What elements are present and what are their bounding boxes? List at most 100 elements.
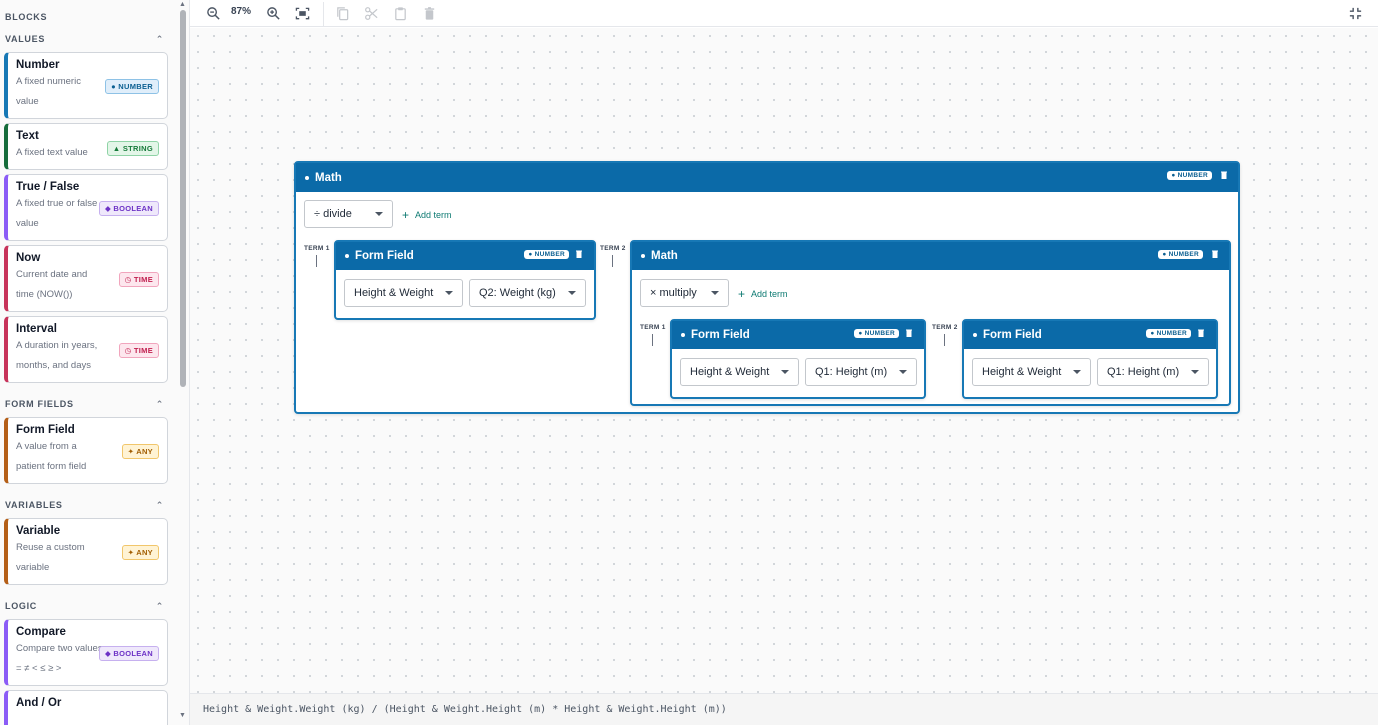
zoom-out-button[interactable] bbox=[205, 4, 221, 22]
type-badge: ◆ BOOLEAN bbox=[98, 646, 159, 661]
scissors-icon bbox=[364, 6, 378, 20]
block-compare[interactable]: Compare Compare two values = ≠ < ≤ ≥ > ◆… bbox=[4, 619, 168, 686]
chevron-up-icon: ⌃ bbox=[155, 33, 164, 44]
math-block-nested[interactable]: Math ● NUMBER × multiply + Add term TERM… bbox=[630, 240, 1231, 406]
type-dot-icon bbox=[641, 254, 645, 258]
selected-field: Q1: Height (m) bbox=[815, 366, 888, 378]
formula-preview: Height & Weight.Weight (kg) / (Height & … bbox=[190, 693, 1378, 725]
block-title: Compare bbox=[16, 626, 66, 638]
term-2-label: TERM 2 bbox=[600, 245, 626, 252]
form-field-block-height-1[interactable]: Form Field ● NUMBER Height & Weight Q1: … bbox=[670, 319, 926, 399]
trash-icon[interactable] bbox=[906, 329, 912, 337]
form-field-block-height-2[interactable]: Form Field ● NUMBER Height & Weight Q1: … bbox=[962, 319, 1218, 399]
clipboard-icon bbox=[394, 6, 406, 20]
form-select[interactable]: Height & Weight bbox=[344, 279, 463, 307]
type-dot-icon bbox=[973, 333, 977, 337]
block-title: Math bbox=[315, 171, 342, 184]
type-badge: ✦ ANY bbox=[121, 545, 159, 560]
copy-button[interactable] bbox=[334, 4, 350, 22]
plus-icon: + bbox=[738, 287, 746, 301]
add-term-button[interactable]: + Add term bbox=[738, 287, 788, 301]
term-connector bbox=[944, 334, 945, 346]
chevron-down-icon bbox=[568, 291, 576, 295]
form-field-block-weight[interactable]: Form Field ● NUMBER Height & Weight Q2: … bbox=[334, 240, 596, 320]
block-palette-list: BLOCKS VALUES ⌃ Number A fixed numeric v… bbox=[0, 0, 176, 725]
sidebar-scroll-thumb[interactable] bbox=[180, 10, 186, 387]
chevron-down-icon bbox=[781, 370, 789, 374]
block-title: Now bbox=[16, 252, 41, 264]
cut-button[interactable] bbox=[363, 4, 379, 22]
block-description: A fixed true or false value bbox=[16, 198, 98, 229]
form-select[interactable]: Height & Weight bbox=[680, 358, 799, 386]
block-canvas[interactable]: Math ● NUMBER ÷ divide + Add term TERM 1… bbox=[190, 28, 1378, 693]
form-select[interactable]: Height & Weight bbox=[972, 358, 1091, 386]
exit-fullscreen-button[interactable] bbox=[1347, 4, 1363, 22]
trash-icon[interactable] bbox=[1198, 329, 1204, 337]
type-badge: ◷ TIME bbox=[118, 343, 159, 358]
type-badge: ● NUMBER bbox=[854, 329, 899, 338]
section-header-values[interactable]: VALUES ⌃ bbox=[0, 30, 176, 48]
section-header-variables[interactable]: VARIABLES ⌃ bbox=[0, 496, 176, 514]
type-badge: ◷ TIME bbox=[118, 272, 159, 287]
field-select[interactable]: Q1: Height (m) bbox=[1097, 358, 1209, 386]
block-form-field[interactable]: Form Field A value from a patient form f… bbox=[4, 417, 168, 484]
trash-icon[interactable] bbox=[576, 250, 582, 258]
block-number[interactable]: Number A fixed numeric value ● NUMBER bbox=[4, 52, 168, 119]
block-interval[interactable]: Interval A duration in years, months, an… bbox=[4, 316, 168, 383]
block-title: Variable bbox=[16, 525, 61, 537]
selected-field: Q2: Weight (kg) bbox=[479, 287, 556, 299]
type-dot-icon bbox=[305, 175, 309, 180]
block-header[interactable]: Form Field ● NUMBER bbox=[672, 321, 924, 349]
block-and-or[interactable]: And / Or bbox=[4, 690, 168, 725]
scroll-down-arrow-icon[interactable]: ▼ bbox=[179, 712, 186, 719]
toolbar-divider bbox=[323, 2, 324, 26]
term-1-label: TERM 1 bbox=[640, 324, 666, 331]
fit-to-screen-button[interactable] bbox=[294, 4, 311, 22]
scroll-up-arrow-icon[interactable]: ▲ bbox=[179, 1, 186, 8]
type-badge: ● NUMBER bbox=[1146, 329, 1191, 338]
block-header[interactable]: Math ● NUMBER bbox=[296, 163, 1238, 192]
add-term-button[interactable]: + Add term bbox=[402, 208, 452, 222]
block-description: A fixed numeric value bbox=[16, 76, 81, 107]
zoom-in-button[interactable] bbox=[265, 4, 281, 22]
trash-icon[interactable] bbox=[1221, 171, 1227, 179]
block-description: A duration in years, months, and days bbox=[16, 340, 98, 371]
selected-operator: × multiply bbox=[650, 287, 697, 299]
operator-select[interactable]: × multiply bbox=[640, 279, 729, 307]
block-description: Compare two values = ≠ < ≤ ≥ > bbox=[16, 643, 103, 674]
block-header[interactable]: Form Field ● NUMBER bbox=[964, 321, 1216, 349]
section-header-form-fields[interactable]: FORM FIELDS ⌃ bbox=[0, 395, 176, 413]
delete-button[interactable] bbox=[421, 4, 437, 22]
sidebar-scrollbar[interactable]: ▲ ▼ bbox=[178, 0, 188, 725]
block-true-false[interactable]: True / False A fixed true or false value… bbox=[4, 174, 168, 241]
block-text[interactable]: Text A fixed text value ▲ STRING bbox=[4, 123, 168, 170]
chevron-up-icon: ⌃ bbox=[155, 499, 164, 510]
field-select[interactable]: Q1: Height (m) bbox=[805, 358, 917, 386]
section-title: VALUES bbox=[5, 34, 46, 44]
zoom-in-icon bbox=[266, 6, 280, 20]
block-variable[interactable]: Variable Reuse a custom variable ✦ ANY bbox=[4, 518, 168, 585]
term-connector bbox=[316, 255, 317, 267]
add-term-label: Add term bbox=[751, 289, 788, 299]
field-select[interactable]: Q2: Weight (kg) bbox=[469, 279, 586, 307]
math-block-root[interactable]: Math ● NUMBER ÷ divide + Add term TERM 1… bbox=[294, 161, 1240, 414]
term-connector bbox=[612, 255, 613, 267]
block-title: Interval bbox=[16, 323, 57, 335]
type-badge: ● NUMBER bbox=[1167, 171, 1212, 180]
type-badge: ● NUMBER bbox=[1158, 250, 1203, 259]
block-now[interactable]: Now Current date and time (NOW()) ◷ TIME bbox=[4, 245, 168, 312]
section-title: LOGIC bbox=[5, 601, 37, 611]
block-palette-sidebar: BLOCKS VALUES ⌃ Number A fixed numeric v… bbox=[0, 0, 190, 725]
block-header[interactable]: Form Field ● NUMBER bbox=[336, 242, 594, 270]
paste-button[interactable] bbox=[392, 4, 408, 22]
block-header[interactable]: Math ● NUMBER bbox=[632, 242, 1229, 270]
section-header-logic[interactable]: LOGIC ⌃ bbox=[0, 597, 176, 615]
operator-select[interactable]: ÷ divide bbox=[304, 200, 393, 228]
trash-icon[interactable] bbox=[1212, 250, 1218, 258]
selected-form: Height & Weight bbox=[354, 287, 434, 299]
zoom-level: 87% bbox=[231, 6, 252, 17]
sidebar-heading: BLOCKS bbox=[5, 12, 48, 22]
block-description: Current date and time (NOW()) bbox=[16, 269, 88, 300]
selected-operator: ÷ divide bbox=[314, 208, 352, 220]
copy-icon bbox=[336, 6, 348, 20]
